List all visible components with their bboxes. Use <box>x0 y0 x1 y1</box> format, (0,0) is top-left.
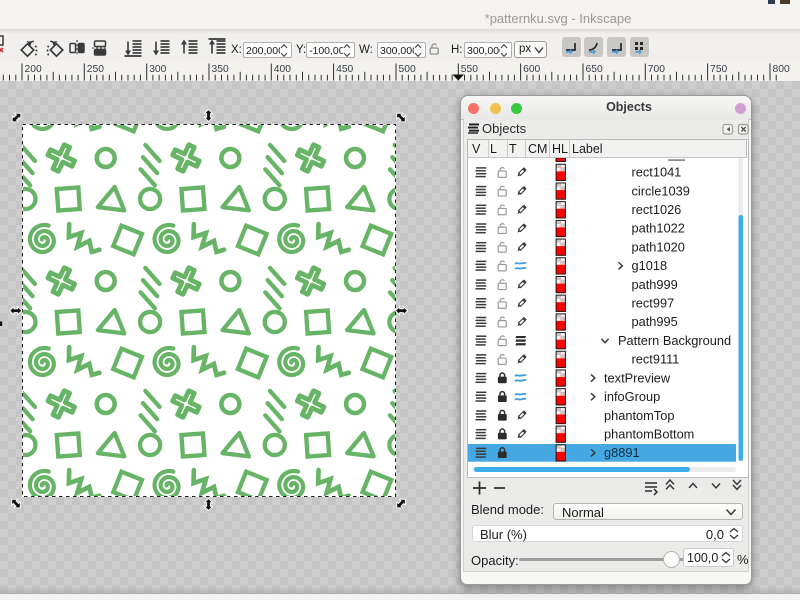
svg-text:600: 600 <box>523 64 540 75</box>
svg-text:700: 700 <box>648 64 665 75</box>
svg-text:rect1041: rect1041 <box>632 165 682 180</box>
svg-text:350: 350 <box>212 64 229 75</box>
svg-text:Pattern Background: Pattern Background <box>618 333 731 348</box>
svg-text:circle1039: circle1039 <box>632 183 690 198</box>
svg-text:path1020: path1020 <box>632 239 685 254</box>
svg-text:path995: path995 <box>632 314 678 329</box>
svg-text:300: 300 <box>149 64 166 75</box>
svg-text:L: L <box>490 142 497 156</box>
svg-text:500: 500 <box>399 64 416 75</box>
svg-text:800: 800 <box>773 64 790 75</box>
svg-text:450: 450 <box>336 64 353 75</box>
svg-text:750: 750 <box>710 64 727 75</box>
svg-text:650: 650 <box>586 64 603 75</box>
svg-text:rect997: rect997 <box>632 296 675 311</box>
svg-text:path1022: path1022 <box>632 221 685 236</box>
svg-text:400: 400 <box>274 64 291 75</box>
svg-text:550: 550 <box>461 64 478 75</box>
svg-text:250: 250 <box>87 64 104 75</box>
svg-text:Label: Label <box>572 142 603 156</box>
svg-text:g1018: g1018 <box>632 258 668 273</box>
svg-text:infoGroup: infoGroup <box>604 389 660 404</box>
svg-text:textPreview: textPreview <box>604 370 671 385</box>
svg-text:phantomTop: phantomTop <box>604 408 674 423</box>
svg-text:200: 200 <box>25 64 42 75</box>
svg-text:phantomBottom: phantomBottom <box>604 427 694 442</box>
svg-text:rect1026: rect1026 <box>632 202 682 217</box>
svg-text:HL: HL <box>552 142 568 156</box>
svg-text:path999: path999 <box>632 277 678 292</box>
svg-text:V: V <box>472 142 481 156</box>
svg-text:CM: CM <box>528 142 547 156</box>
svg-text:T: T <box>509 142 517 156</box>
svg-text:rect9111: rect9111 <box>632 352 680 367</box>
svg-text:g8891: g8891 <box>604 445 640 460</box>
